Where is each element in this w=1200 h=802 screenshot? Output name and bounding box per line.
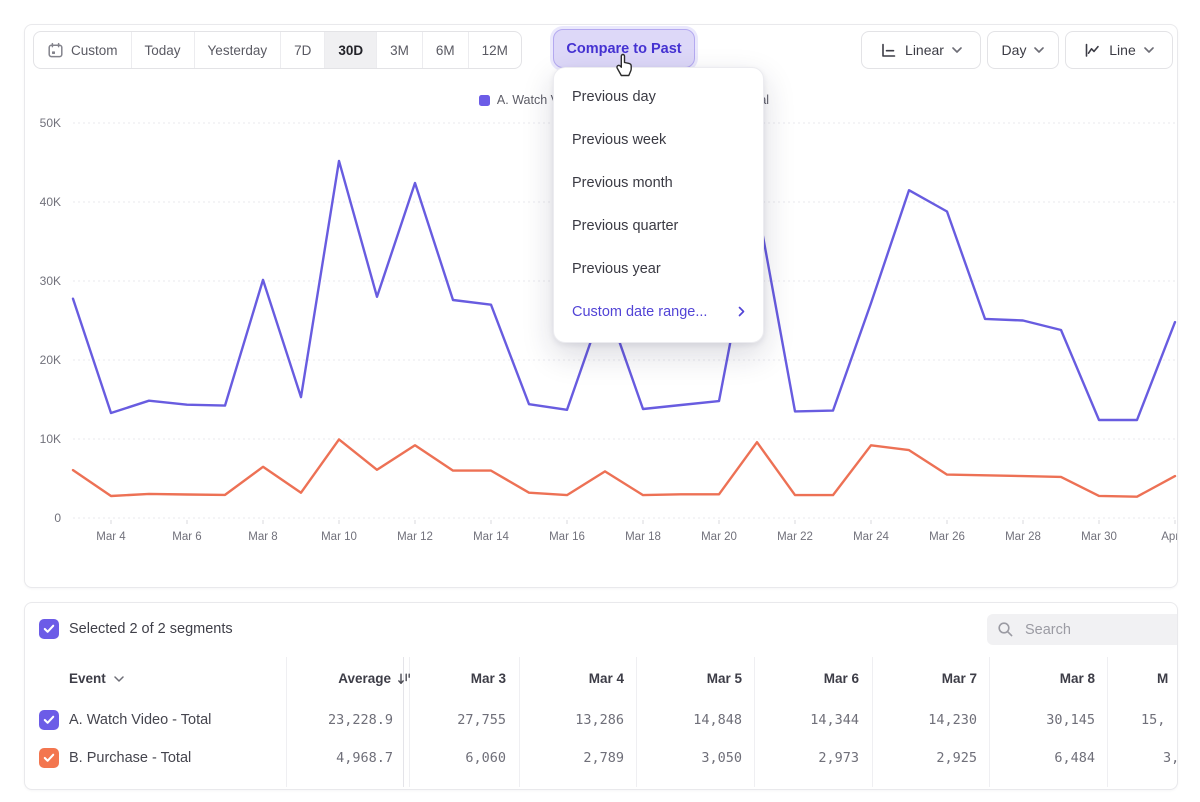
y-axis-label: 50K <box>40 116 61 130</box>
x-axis-label: Mar 20 <box>701 531 737 543</box>
menu-item-previous-quarter[interactable]: Previous quarter <box>554 204 763 247</box>
column-header-date: Mar 8 <box>998 665 1095 693</box>
menu-item-label: Previous week <box>572 132 666 148</box>
series-line-1[interactable] <box>73 439 1175 496</box>
cell-value: 2,973 <box>762 744 859 772</box>
menu-item-previous-week[interactable]: Previous week <box>554 118 763 161</box>
x-axis-label: Mar 12 <box>397 531 433 543</box>
menu-item-custom-date-range[interactable]: Custom date range... <box>554 290 763 333</box>
row-label-watch-video: A. Watch Video - Total <box>69 706 211 734</box>
menu-item-label: Previous month <box>572 175 673 191</box>
menu-item-previous-day[interactable]: Previous day <box>554 75 763 118</box>
x-axis-label: Mar 6 <box>172 531 201 543</box>
column-header-event[interactable]: Event <box>69 665 124 693</box>
row-checkbox-purchase[interactable] <box>39 748 59 768</box>
column-header-date: Mar 5 <box>645 665 742 693</box>
cell-average: 23,228.9 <box>261 706 393 734</box>
menu-item-previous-year[interactable]: Previous year <box>554 247 763 290</box>
cell-value: 6,484 <box>998 744 1095 772</box>
check-icon <box>43 753 55 763</box>
column-divider <box>636 657 637 787</box>
column-divider <box>754 657 755 787</box>
column-divider <box>1107 657 1108 787</box>
cell-value: 6,060 <box>409 744 506 772</box>
cell-value-clipped: 15, <box>1141 706 1165 734</box>
menu-item-label: Previous year <box>572 261 661 277</box>
x-axis-label: Mar 18 <box>625 531 661 543</box>
menu-item-label: Previous day <box>572 89 656 105</box>
y-axis-label: 30K <box>40 274 61 288</box>
column-header-date: Mar 7 <box>880 665 977 693</box>
y-axis-label: 0 <box>54 511 61 525</box>
check-icon <box>43 624 55 634</box>
menu-item-label: Previous quarter <box>572 218 678 234</box>
x-axis-label: Mar 4 <box>96 531 126 543</box>
segments-card: Selected 2 of 2 segments Event Average M… <box>24 602 1178 790</box>
y-axis-label: 20K <box>40 353 61 367</box>
cell-value: 14,230 <box>880 706 977 734</box>
x-axis-label: Mar 14 <box>473 531 509 543</box>
x-axis-label: Apr 1 <box>1161 531 1177 543</box>
x-axis-label: Mar 8 <box>248 531 277 543</box>
column-divider <box>519 657 520 787</box>
column-header-date-clipped: M <box>1157 665 1168 693</box>
column-divider <box>989 657 990 787</box>
x-axis-label: Mar 30 <box>1081 531 1117 543</box>
row-label-purchase: B. Purchase - Total <box>69 744 191 772</box>
cell-value: 3,050 <box>645 744 742 772</box>
cell-value: 2,789 <box>527 744 624 772</box>
column-header-date: Mar 4 <box>527 665 624 693</box>
cell-average: 4,968.7 <box>261 744 393 772</box>
x-axis-label: Mar 28 <box>1005 531 1041 543</box>
cell-value: 14,344 <box>762 706 859 734</box>
search-icon <box>997 621 1014 638</box>
x-axis-label: Mar 16 <box>549 531 585 543</box>
chevron-down-icon <box>114 676 124 682</box>
compare-to-past-button[interactable]: Compare to Past <box>553 29 695 68</box>
menu-item-label: Custom date range... <box>572 304 707 320</box>
y-axis-label: 40K <box>40 195 61 209</box>
cell-value: 27,755 <box>409 706 506 734</box>
compare-dropdown-menu: Previous day Previous week Previous mont… <box>553 67 764 343</box>
cell-value-clipped: 3, <box>1163 744 1178 772</box>
column-header-date: Mar 6 <box>762 665 859 693</box>
column-divider <box>872 657 873 787</box>
column-header-label: Average <box>338 665 391 693</box>
analytics-page: { "toolbar": { "date_ranges": ["Custom",… <box>0 0 1200 802</box>
column-header-date: Mar 3 <box>409 665 506 693</box>
row-checkbox-watch-video[interactable] <box>39 710 59 730</box>
cell-value: 30,145 <box>998 706 1095 734</box>
select-all-checkbox[interactable] <box>39 619 59 639</box>
y-axis-label: 10K <box>40 432 61 446</box>
cell-value: 13,286 <box>527 706 624 734</box>
legend-swatch-watch-video <box>479 95 490 106</box>
compare-label: Compare to Past <box>566 41 681 57</box>
search-input[interactable] <box>1023 621 1147 639</box>
x-axis-label: Mar 26 <box>929 531 965 543</box>
selected-segments-text: Selected 2 of 2 segments <box>69 619 233 639</box>
x-axis-label: Mar 22 <box>777 531 813 543</box>
cell-value: 2,925 <box>880 744 977 772</box>
menu-item-previous-month[interactable]: Previous month <box>554 161 763 204</box>
cell-value: 14,848 <box>645 706 742 734</box>
chevron-right-icon <box>738 306 745 317</box>
check-icon <box>43 715 55 725</box>
search-box <box>987 614 1178 645</box>
column-header-average[interactable]: Average <box>261 665 411 693</box>
x-axis-label: Mar 24 <box>853 531 889 543</box>
column-header-label: Event <box>69 665 106 693</box>
x-axis-label: Mar 10 <box>321 531 357 543</box>
